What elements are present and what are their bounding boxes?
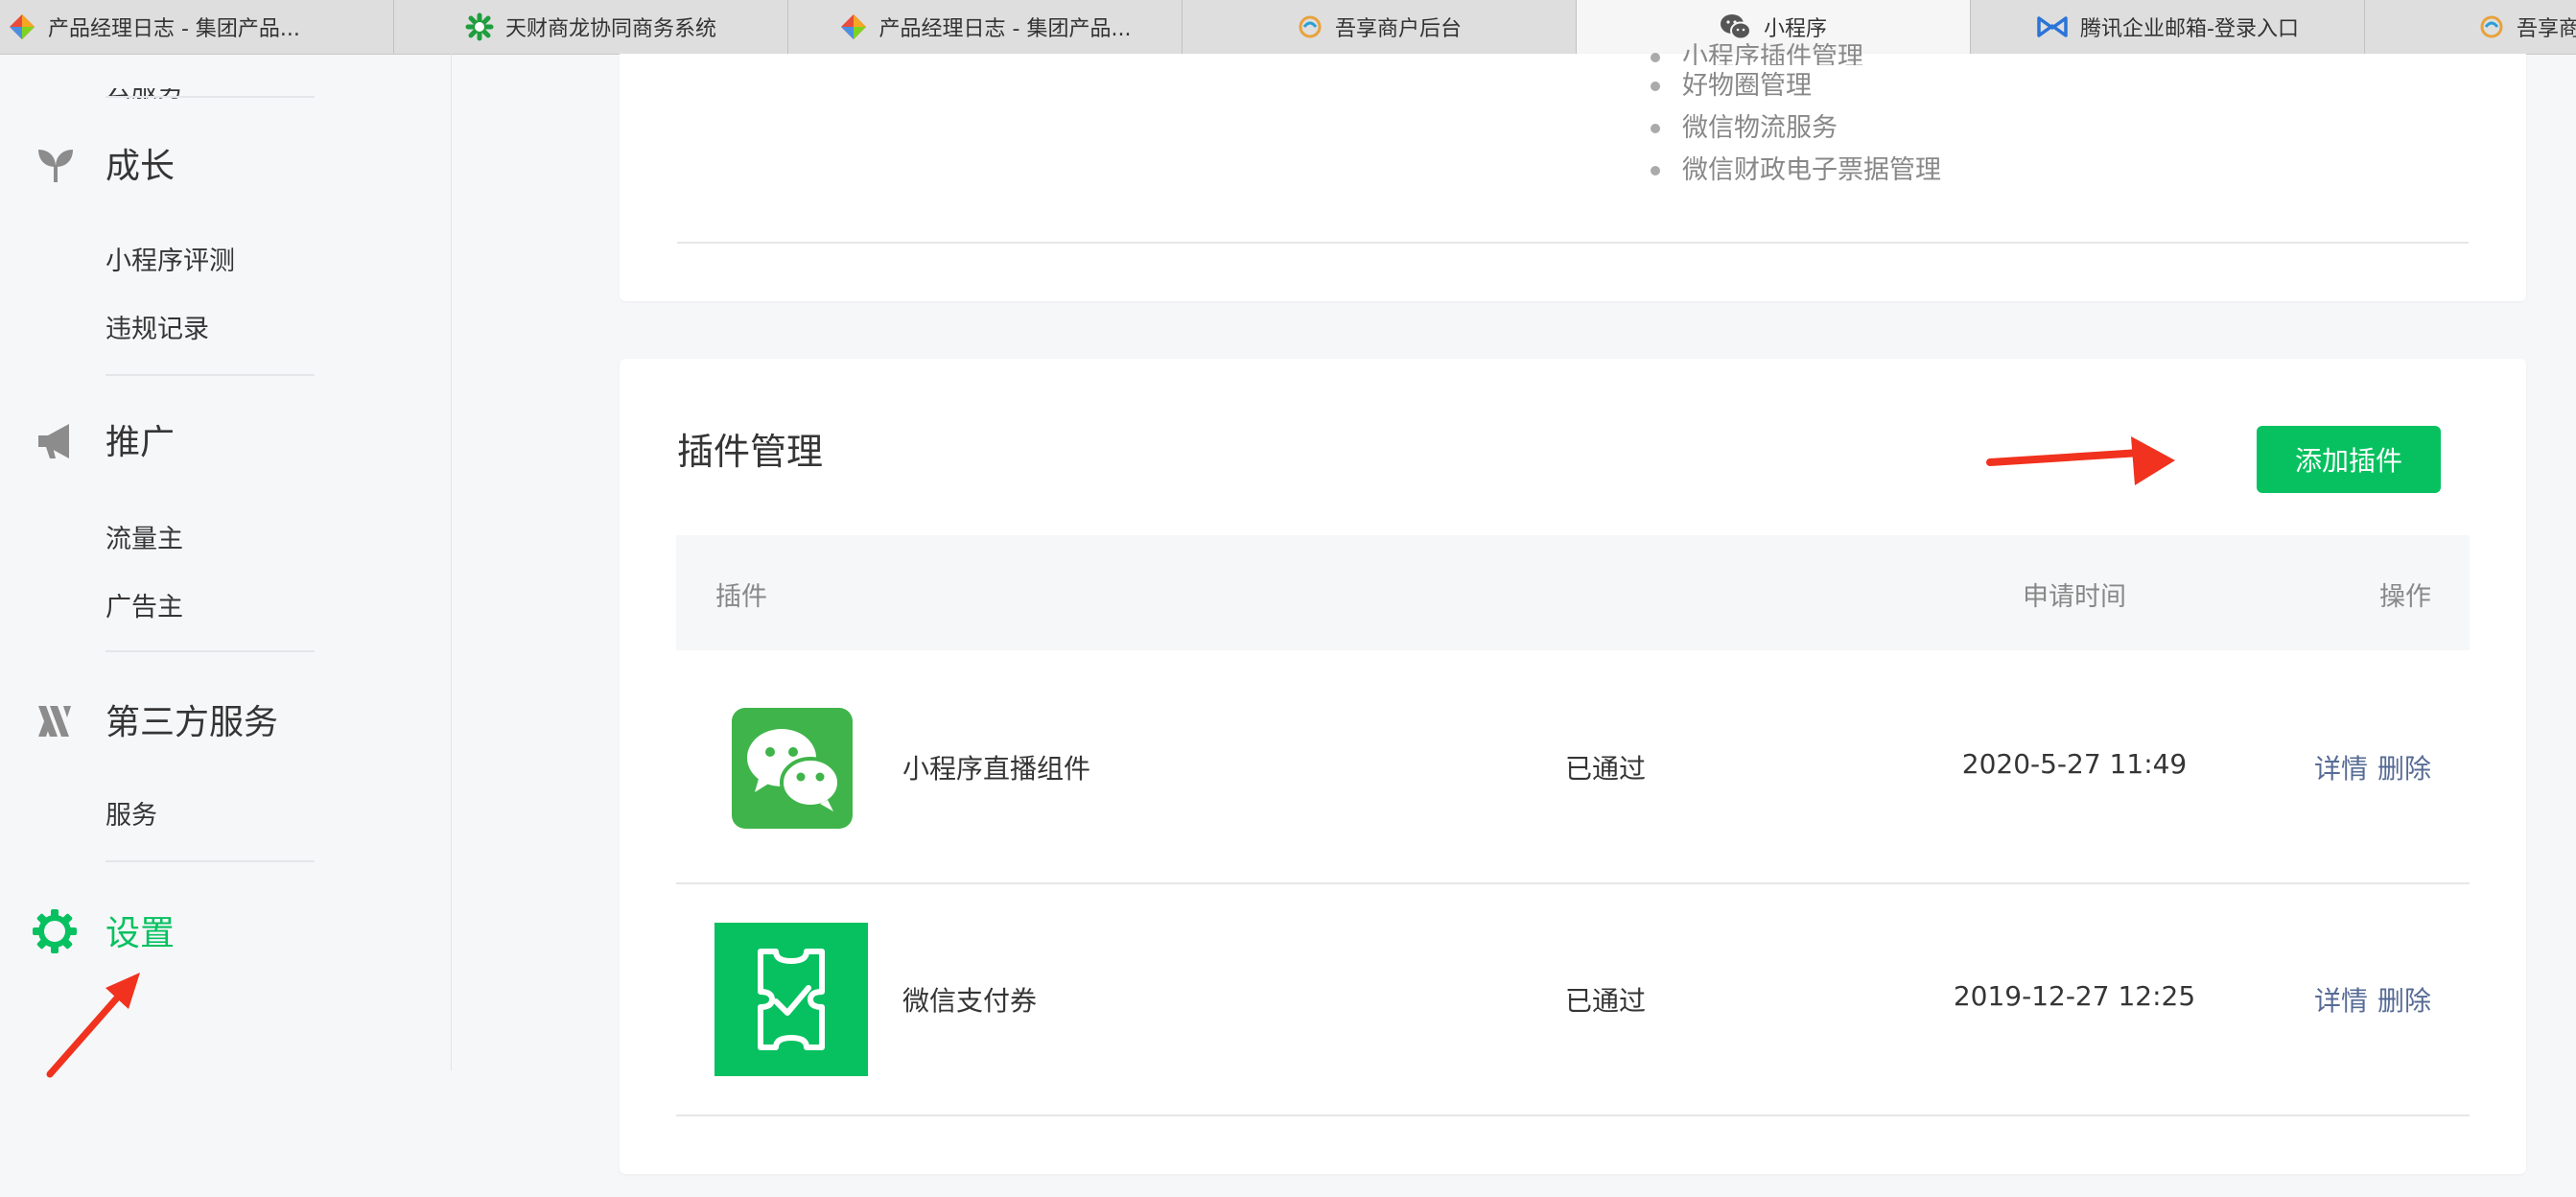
browser-tab-strip: 产品经理日志 - 集团产品... 天财商龙协同商务系统 产品经理日志 - 集团产… xyxy=(0,0,2576,55)
tab-label: 吾享商户后台 xyxy=(1334,17,1462,41)
third-party-icon xyxy=(38,706,71,737)
sidebar-item-cloud-service[interactable]: 云服务 xyxy=(105,88,183,102)
tab-label: 腾讯企业邮箱-登录入口 xyxy=(2080,17,2299,41)
feature-list-card: 小程序插件管理 好物圈管理 微信物流服务 微信财政电子票据管理 xyxy=(620,42,2526,301)
list-item[interactable]: 小程序插件管理 xyxy=(1651,36,1941,65)
apply-time: 2020-5-27 11:49 xyxy=(1961,748,2188,780)
sidebar-divider xyxy=(105,374,315,376)
sidebar-section-third-party[interactable]: 第三方服务 xyxy=(0,691,451,748)
table-header: 插件 申请时间 操作 xyxy=(676,535,2470,650)
plugin-name: 小程序直播组件 xyxy=(902,753,1091,785)
sidebar-section-settings[interactable]: 设置 xyxy=(0,902,451,959)
tencent-mail-icon xyxy=(2037,16,2068,37)
list-item[interactable]: 微信财政电子票据管理 xyxy=(1651,150,1941,192)
sidebar-item-advertiser[interactable]: 广告主 xyxy=(105,586,183,623)
status-text: 已通过 xyxy=(1565,985,1647,1017)
sidebar-divider xyxy=(105,860,315,862)
sidebar-item-violation-records[interactable]: 违规记录 xyxy=(105,308,209,345)
detail-link[interactable]: 详情 xyxy=(2314,985,2368,1017)
table-row: 小程序直播组件 已通过 2020-5-27 11:49 详情 删除 xyxy=(676,650,2470,884)
megaphone-icon xyxy=(38,424,69,458)
tab-label: 产品经理日志 - 集团产品... xyxy=(878,17,1132,41)
list-item[interactable]: 微信物流服务 xyxy=(1651,107,1941,150)
tab-label: 天财商龙协同商务系统 xyxy=(504,17,716,41)
green-snowflake-icon xyxy=(465,12,494,41)
colorful-diamond-icon xyxy=(10,14,35,39)
section-title: 插件管理 xyxy=(677,431,824,473)
wechat-chat-bubbles-icon xyxy=(732,708,853,829)
browser-tab-6[interactable]: 腾讯企业邮箱-登录入口 xyxy=(1971,0,2365,54)
sidebar-item-traffic-owner[interactable]: 流量主 xyxy=(105,518,183,555)
apply-time: 2019-12-27 12:25 xyxy=(1953,980,2196,1012)
table-row: 微信支付券 已通过 2019-12-27 12:25 详情 删除 xyxy=(676,882,2470,1116)
sidebar: 云服务 成长 小程序评测 违规记录 推广 流量主 广告主 第三方服务 服务 xyxy=(0,54,452,1070)
sidebar-section-promotion[interactable]: 推广 xyxy=(0,411,451,468)
card-divider xyxy=(677,242,2469,244)
plugin-name: 微信支付券 xyxy=(902,985,1038,1017)
browser-tab-2[interactable]: 天财商龙协同商务系统 xyxy=(394,0,788,54)
colorful-diamond-icon xyxy=(840,14,866,39)
row-actions: 详情 删除 xyxy=(2305,980,2431,1019)
row-actions: 详情 删除 xyxy=(2305,748,2431,786)
sidebar-divider xyxy=(105,650,315,652)
add-plugin-button[interactable]: 添加插件 xyxy=(2257,426,2441,493)
delete-link[interactable]: 删除 xyxy=(2377,753,2431,785)
list-item[interactable]: 好物圈管理 xyxy=(1651,65,1941,107)
browser-tab-3[interactable]: 产品经理日志 - 集团产品... xyxy=(788,0,1183,54)
coupon-ticket-icon xyxy=(714,923,868,1076)
sidebar-divider xyxy=(105,96,315,98)
delete-link[interactable]: 删除 xyxy=(2377,985,2431,1017)
wuxiang-logo-icon xyxy=(1299,15,1322,38)
wuxiang-logo-icon xyxy=(2480,15,2503,38)
status-text: 已通过 xyxy=(1565,753,1647,785)
plugin-management-card: 插件管理 添加插件 插件 申请时间 操作 小程序直播组件 已通过 2020-5-… xyxy=(620,359,2526,1174)
feature-list: 小程序插件管理 好物圈管理 微信物流服务 微信财政电子票据管理 xyxy=(1651,36,1941,192)
tab-label: 吾享商户后 xyxy=(2517,17,2576,41)
sprout-icon xyxy=(38,150,73,182)
sidebar-item-services[interactable]: 服务 xyxy=(105,794,157,832)
browser-tab-7[interactable]: 吾享商户后 xyxy=(2365,0,2576,54)
browser-tab-4[interactable]: 吾享商户后台 xyxy=(1183,0,1577,54)
detail-link[interactable]: 详情 xyxy=(2314,753,2368,785)
browser-tab-1[interactable]: 产品经理日志 - 集团产品... xyxy=(0,0,394,54)
column-header-time: 申请时间 xyxy=(2023,582,2126,612)
column-header-action: 操作 xyxy=(2379,582,2431,612)
sidebar-item-mini-program-review[interactable]: 小程序评测 xyxy=(105,240,235,277)
tab-label: 产品经理日志 - 集团产品... xyxy=(48,17,300,41)
sidebar-section-growth[interactable]: 成长 xyxy=(0,134,451,192)
column-header-plugin: 插件 xyxy=(715,582,767,612)
gear-icon xyxy=(33,909,77,953)
